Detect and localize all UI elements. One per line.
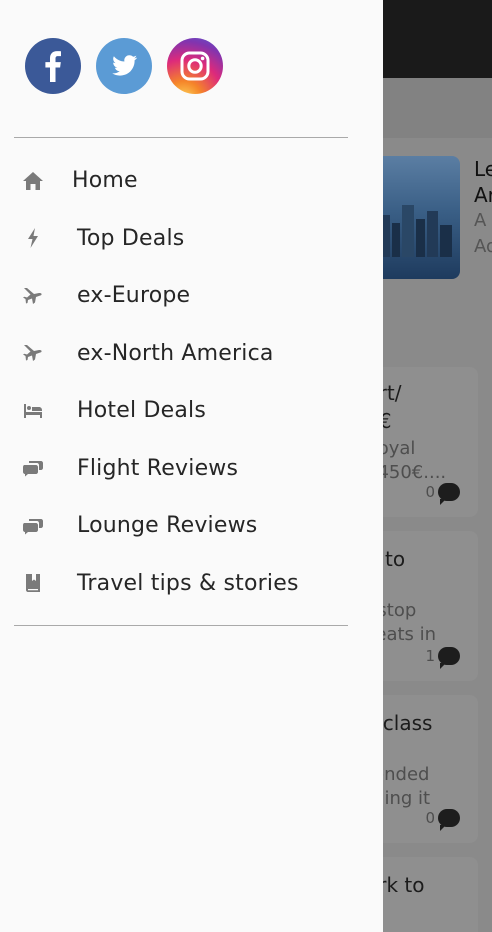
comment-count: 0 bbox=[425, 809, 460, 831]
comment-count-value: 1 bbox=[425, 647, 435, 665]
twitter-icon bbox=[112, 55, 138, 76]
facebook-button[interactable] bbox=[25, 38, 81, 94]
social-links bbox=[25, 38, 223, 94]
menu-label: Flight Reviews bbox=[77, 455, 239, 481]
menu-item-flight-reviews[interactable]: Flight Reviews bbox=[0, 440, 383, 498]
menu-label: Travel tips & stories bbox=[77, 570, 299, 596]
comment-count-value: 0 bbox=[425, 809, 435, 827]
drawer-menu: Home Top Deals ex-Europe ex-North Americ… bbox=[0, 152, 383, 612]
comment-icon bbox=[438, 483, 460, 505]
menu-label: Home bbox=[72, 168, 138, 194]
menu-item-home[interactable]: Home bbox=[0, 152, 383, 210]
lightning-icon bbox=[22, 227, 44, 249]
comment-count: 1 bbox=[425, 647, 460, 669]
featured-title-1: Le bbox=[474, 157, 492, 181]
home-icon bbox=[22, 170, 44, 192]
instagram-icon bbox=[180, 51, 210, 81]
airplane-icon bbox=[22, 285, 44, 307]
menu-item-top-deals[interactable]: Top Deals bbox=[0, 210, 383, 268]
menu-label: Lounge Reviews bbox=[77, 513, 258, 539]
featured-sub-2: Ad bbox=[474, 236, 492, 257]
twitter-button[interactable] bbox=[96, 38, 152, 94]
book-icon bbox=[22, 572, 44, 594]
divider bbox=[14, 625, 348, 626]
featured-sub-1: A bbox=[474, 210, 487, 231]
divider bbox=[14, 137, 348, 138]
menu-item-travel-tips[interactable]: Travel tips & stories bbox=[0, 555, 383, 613]
comment-icon bbox=[438, 647, 460, 669]
featured-title-2: Ar bbox=[474, 183, 492, 207]
menu-label: Hotel Deals bbox=[77, 398, 207, 424]
featured-text: Le Ar A Ad bbox=[474, 156, 492, 260]
comment-icon bbox=[438, 809, 460, 831]
navigation-drawer: Home Top Deals ex-Europe ex-North Americ… bbox=[0, 0, 383, 932]
chat-icon bbox=[22, 457, 44, 479]
comment-count-value: 0 bbox=[425, 483, 435, 501]
chat-icon bbox=[22, 515, 44, 537]
menu-item-ex-europe[interactable]: ex-Europe bbox=[0, 267, 383, 325]
menu-item-lounge-reviews[interactable]: Lounge Reviews bbox=[0, 497, 383, 555]
menu-item-ex-north-america[interactable]: ex-North America bbox=[0, 325, 383, 383]
comment-count: 0 bbox=[425, 483, 460, 505]
facebook-icon bbox=[45, 51, 61, 82]
menu-label: ex-Europe bbox=[77, 283, 191, 309]
bed-icon bbox=[22, 400, 44, 422]
instagram-button[interactable] bbox=[167, 38, 223, 94]
menu-label: ex-North America bbox=[77, 340, 274, 366]
menu-item-hotel-deals[interactable]: Hotel Deals bbox=[0, 382, 383, 440]
menu-label: Top Deals bbox=[77, 225, 185, 251]
airplane-icon bbox=[22, 342, 44, 364]
